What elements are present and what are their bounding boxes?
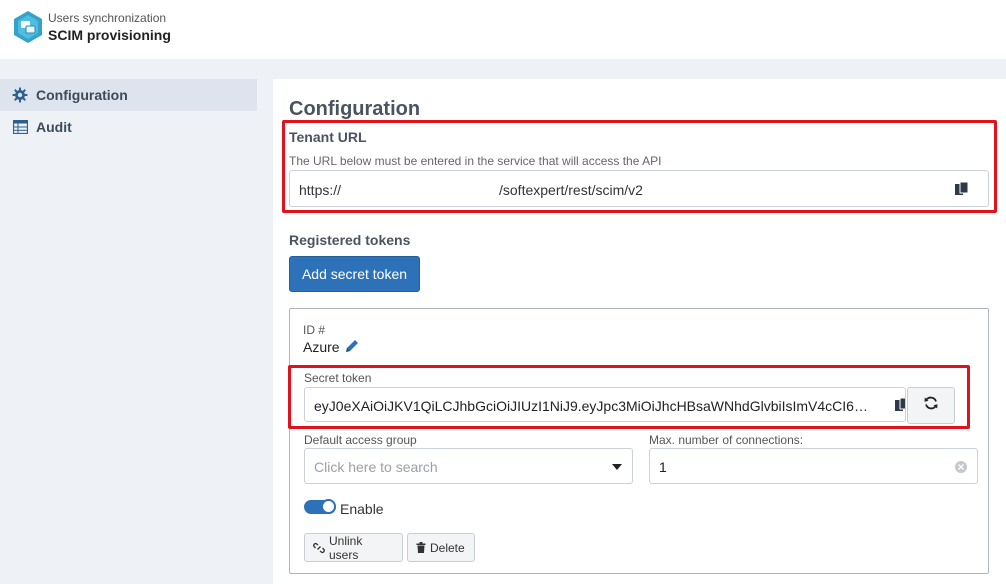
tenant-url-prefix: https:// bbox=[299, 182, 342, 198]
secret-token-field[interactable]: eyJ0eXAiOiJKV1QiLCJhbGciOiJIUzI1NiJ9.eyJ… bbox=[304, 387, 906, 422]
sidebar: Configuration Audit bbox=[0, 79, 257, 143]
tenant-url-field[interactable]: https:// /softexpert/rest/scim/v2 bbox=[289, 170, 989, 207]
token-id-label: ID # bbox=[303, 323, 326, 337]
scim-sync-logo-icon bbox=[13, 10, 43, 44]
clear-icon[interactable] bbox=[955, 461, 967, 473]
table-icon bbox=[12, 119, 28, 135]
gear-icon bbox=[12, 87, 28, 103]
default-access-group-placeholder: Click here to search bbox=[314, 459, 438, 475]
tenant-url-hint: The URL below must be entered in the ser… bbox=[289, 154, 662, 168]
app-title: SCIM provisioning bbox=[48, 27, 171, 43]
delete-button[interactable]: Delete bbox=[407, 533, 475, 562]
add-secret-token-button[interactable]: Add secret token bbox=[289, 256, 420, 292]
enable-label: Enable bbox=[340, 501, 384, 517]
sidebar-item-label: Audit bbox=[36, 119, 72, 135]
refresh-icon bbox=[923, 395, 939, 416]
unlink-users-button[interactable]: Unlink users bbox=[304, 533, 403, 562]
max-connections-input[interactable]: 1 bbox=[649, 448, 978, 484]
regenerate-token-button[interactable] bbox=[907, 387, 955, 424]
copy-icon[interactable] bbox=[893, 396, 905, 414]
max-connections-label: Max. number of connections: bbox=[649, 433, 804, 447]
sidebar-item-configuration[interactable]: Configuration bbox=[0, 79, 257, 111]
max-connections-value: 1 bbox=[659, 459, 667, 475]
toggle-knob bbox=[321, 499, 336, 514]
default-access-group-label: Default access group bbox=[304, 433, 417, 447]
copy-icon[interactable] bbox=[953, 180, 971, 198]
app-header: Users synchronization SCIM provisioning bbox=[0, 0, 1006, 59]
enable-toggle[interactable] bbox=[304, 499, 336, 514]
delete-label: Delete bbox=[430, 540, 465, 555]
token-id-value: Azure bbox=[303, 339, 340, 355]
tenant-url-heading: Tenant URL bbox=[289, 129, 367, 145]
secret-token-value: eyJ0eXAiOiJKV1QiLCJhbGciOiJIUzI1NiJ9.eyJ… bbox=[314, 398, 868, 414]
token-card: ID # Azure Secret token eyJ0eXAiOiJKV1Qi… bbox=[288, 308, 989, 574]
chevron-down-icon bbox=[612, 464, 622, 470]
sidebar-item-label: Configuration bbox=[36, 87, 128, 103]
sidebar-item-audit[interactable]: Audit bbox=[0, 111, 257, 143]
trash-icon bbox=[416, 542, 426, 553]
edit-pencil-icon[interactable] bbox=[344, 338, 360, 359]
app-subtitle: Users synchronization bbox=[48, 11, 167, 25]
unlink-icon bbox=[313, 542, 325, 554]
unlink-users-label: Unlink users bbox=[329, 533, 363, 562]
main-panel: Configuration Tenant URL The URL below m… bbox=[273, 79, 1006, 584]
page-title: Configuration bbox=[289, 98, 421, 120]
tenant-url-path: /softexpert/rest/scim/v2 bbox=[499, 182, 643, 198]
registered-tokens-heading: Registered tokens bbox=[289, 232, 411, 248]
default-access-group-select[interactable]: Click here to search bbox=[304, 448, 633, 484]
secret-token-label: Secret token bbox=[304, 371, 372, 385]
